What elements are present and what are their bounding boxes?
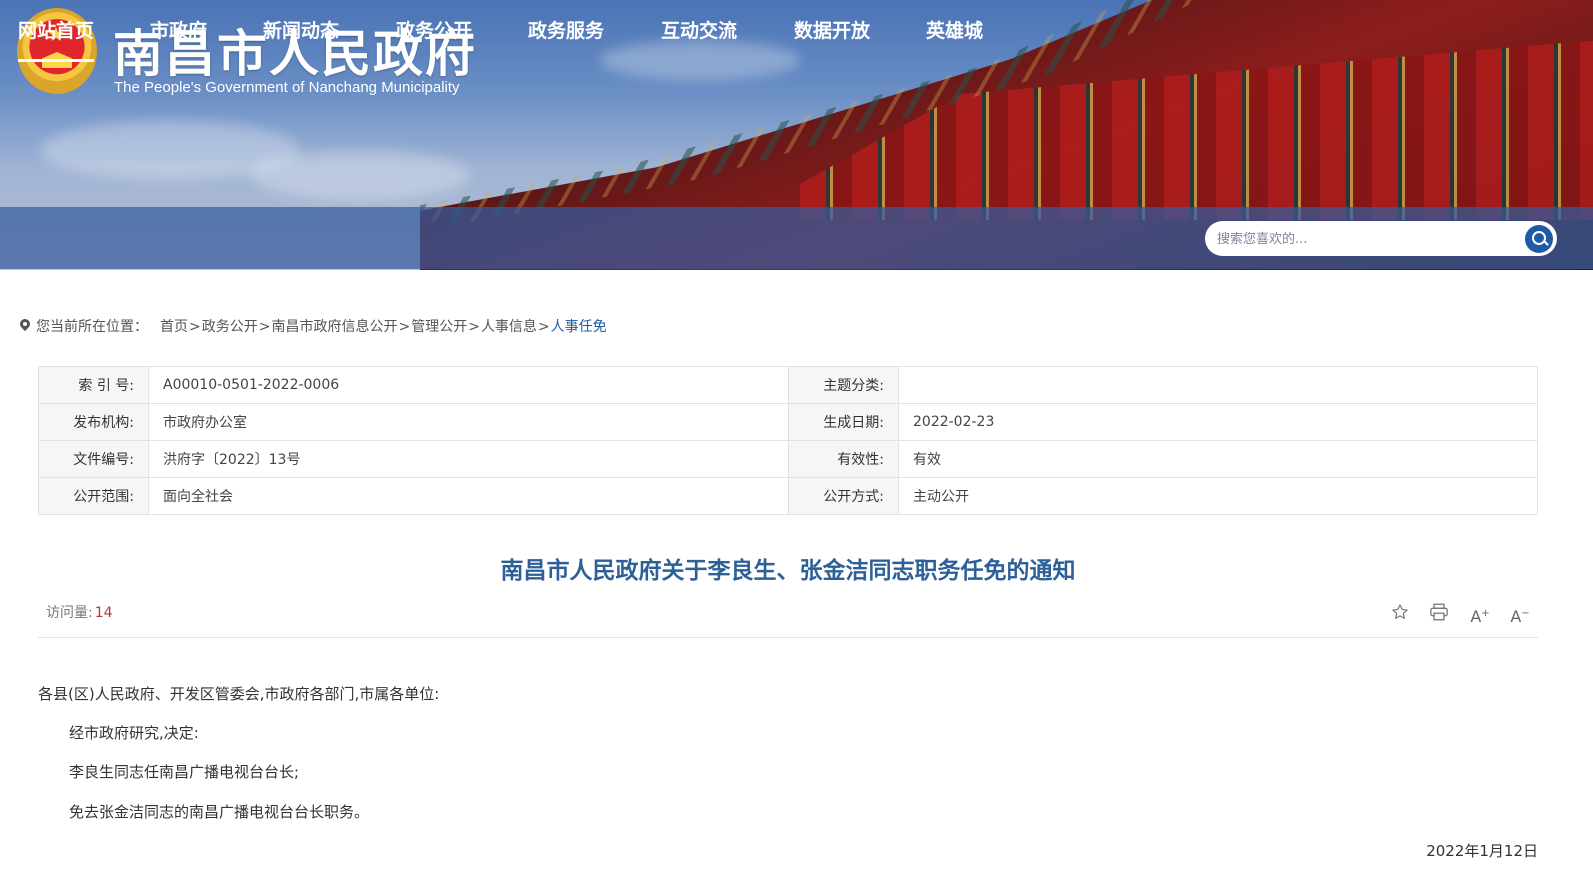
printer-icon[interactable] (1428, 603, 1450, 625)
search-input[interactable] (1217, 228, 1517, 250)
breadcrumb: 您当前所在位置： 首页>政务公开>南昌市政府信息公开>管理公开>人事信息>人事任免 (20, 316, 607, 336)
meta-label: 文件编号: (38, 440, 149, 478)
meta-value: 面向全社会 (148, 477, 789, 515)
breadcrumb-item-government-affairs[interactable]: 政务公开 (202, 319, 258, 335)
font-increase-button[interactable]: A+ (1469, 603, 1491, 626)
table-row: 索 引 号: A00010-0501-2022-0006 主题分类: (38, 366, 1538, 404)
table-row: 文件编号: 洪府字〔2022〕13号 有效性: 有效 (38, 440, 1538, 478)
breadcrumb-item-info-disclosure[interactable]: 南昌市政府信息公开 (271, 319, 397, 335)
meta-label: 公开方式: (788, 477, 899, 515)
nav-item-city-government[interactable]: 市政府 (150, 0, 207, 62)
font-decrease-button[interactable]: A− (1509, 603, 1531, 626)
nav-item-government-services[interactable]: 政务服务 (528, 0, 604, 62)
location-pin-icon (20, 319, 30, 332)
table-row: 公开范围: 面向全社会 公开方式: 主动公开 (38, 477, 1538, 515)
meta-value: 洪府字〔2022〕13号 (148, 440, 789, 478)
breadcrumb-lead: 您当前所在位置： (36, 319, 148, 335)
breadcrumb-separator: > (189, 319, 201, 335)
nav-item-interaction[interactable]: 互动交流 (661, 0, 737, 62)
article-paragraph: 经市政府研究,决定: (69, 724, 199, 742)
nav-item-government-affairs-disclosure[interactable]: 政务公开 (396, 0, 472, 62)
meta-value: 主动公开 (898, 477, 1538, 515)
breadcrumb-separator: > (258, 319, 271, 335)
breadcrumb-item-personnel-info[interactable]: 人事信息 (481, 319, 537, 335)
visits-count: 14 (94, 605, 113, 621)
meta-value: 有效 (898, 440, 1538, 478)
nav-item-open-data[interactable]: 数据开放 (794, 0, 870, 62)
meta-label: 索 引 号: (38, 366, 149, 404)
table-row: 发布机构: 市政府办公室 生成日期: 2022-02-23 (38, 403, 1538, 441)
cloud-decoration (250, 150, 470, 200)
meta-label: 发布机构: (38, 403, 149, 441)
visits-label: 访问量: (46, 605, 93, 621)
breadcrumb-item-management[interactable]: 管理公开 (411, 319, 467, 335)
article-title: 南昌市人民政府关于李良生、张金洁同志职务任免的通知 (500, 558, 1076, 584)
nav-item-news[interactable]: 新闻动态 (263, 0, 339, 62)
site-subtitle: The People's Government of Nanchang Muni… (114, 79, 460, 96)
breadcrumb-separator: > (468, 319, 480, 335)
nav-item-home[interactable]: 网站首页 (18, 0, 95, 62)
article-paragraph: 李良生同志任南昌广播电视台台长; (69, 763, 300, 781)
breadcrumb-item-home[interactable]: 首页 (160, 319, 188, 335)
search-box (1205, 221, 1557, 256)
article-salutation: 各县(区)人民政府、开发区管委会,市政府各部门,市属各单位: (38, 685, 440, 703)
breadcrumb-separator: > (398, 319, 411, 335)
visit-counter: 访问量: 14 (46, 602, 113, 622)
document-meta-table: 索 引 号: A00010-0501-2022-0006 主题分类: 发布机构:… (38, 366, 1538, 515)
meta-value: 2022-02-23 (898, 403, 1538, 441)
meta-label: 公开范围: (38, 477, 149, 515)
divider (38, 637, 1538, 638)
nav-item-hero-city[interactable]: 英雄城 (926, 0, 983, 62)
meta-label: 生成日期: (788, 403, 899, 441)
article-date: 2022年1月12日 (1426, 842, 1538, 860)
breadcrumb-item-appointments[interactable]: 人事任免 (551, 319, 607, 335)
meta-label: 有效性: (788, 440, 899, 478)
meta-value: A00010-0501-2022-0006 (148, 366, 789, 404)
meta-value: 市政府办公室 (148, 403, 789, 441)
star-icon[interactable] (1389, 603, 1411, 625)
meta-value (898, 366, 1538, 404)
breadcrumb-separator: > (537, 319, 550, 335)
search-icon[interactable] (1525, 225, 1553, 253)
article-paragraph: 免去张金洁同志的南昌广播电视台台长职务。 (69, 803, 370, 821)
meta-label: 主题分类: (788, 366, 899, 404)
